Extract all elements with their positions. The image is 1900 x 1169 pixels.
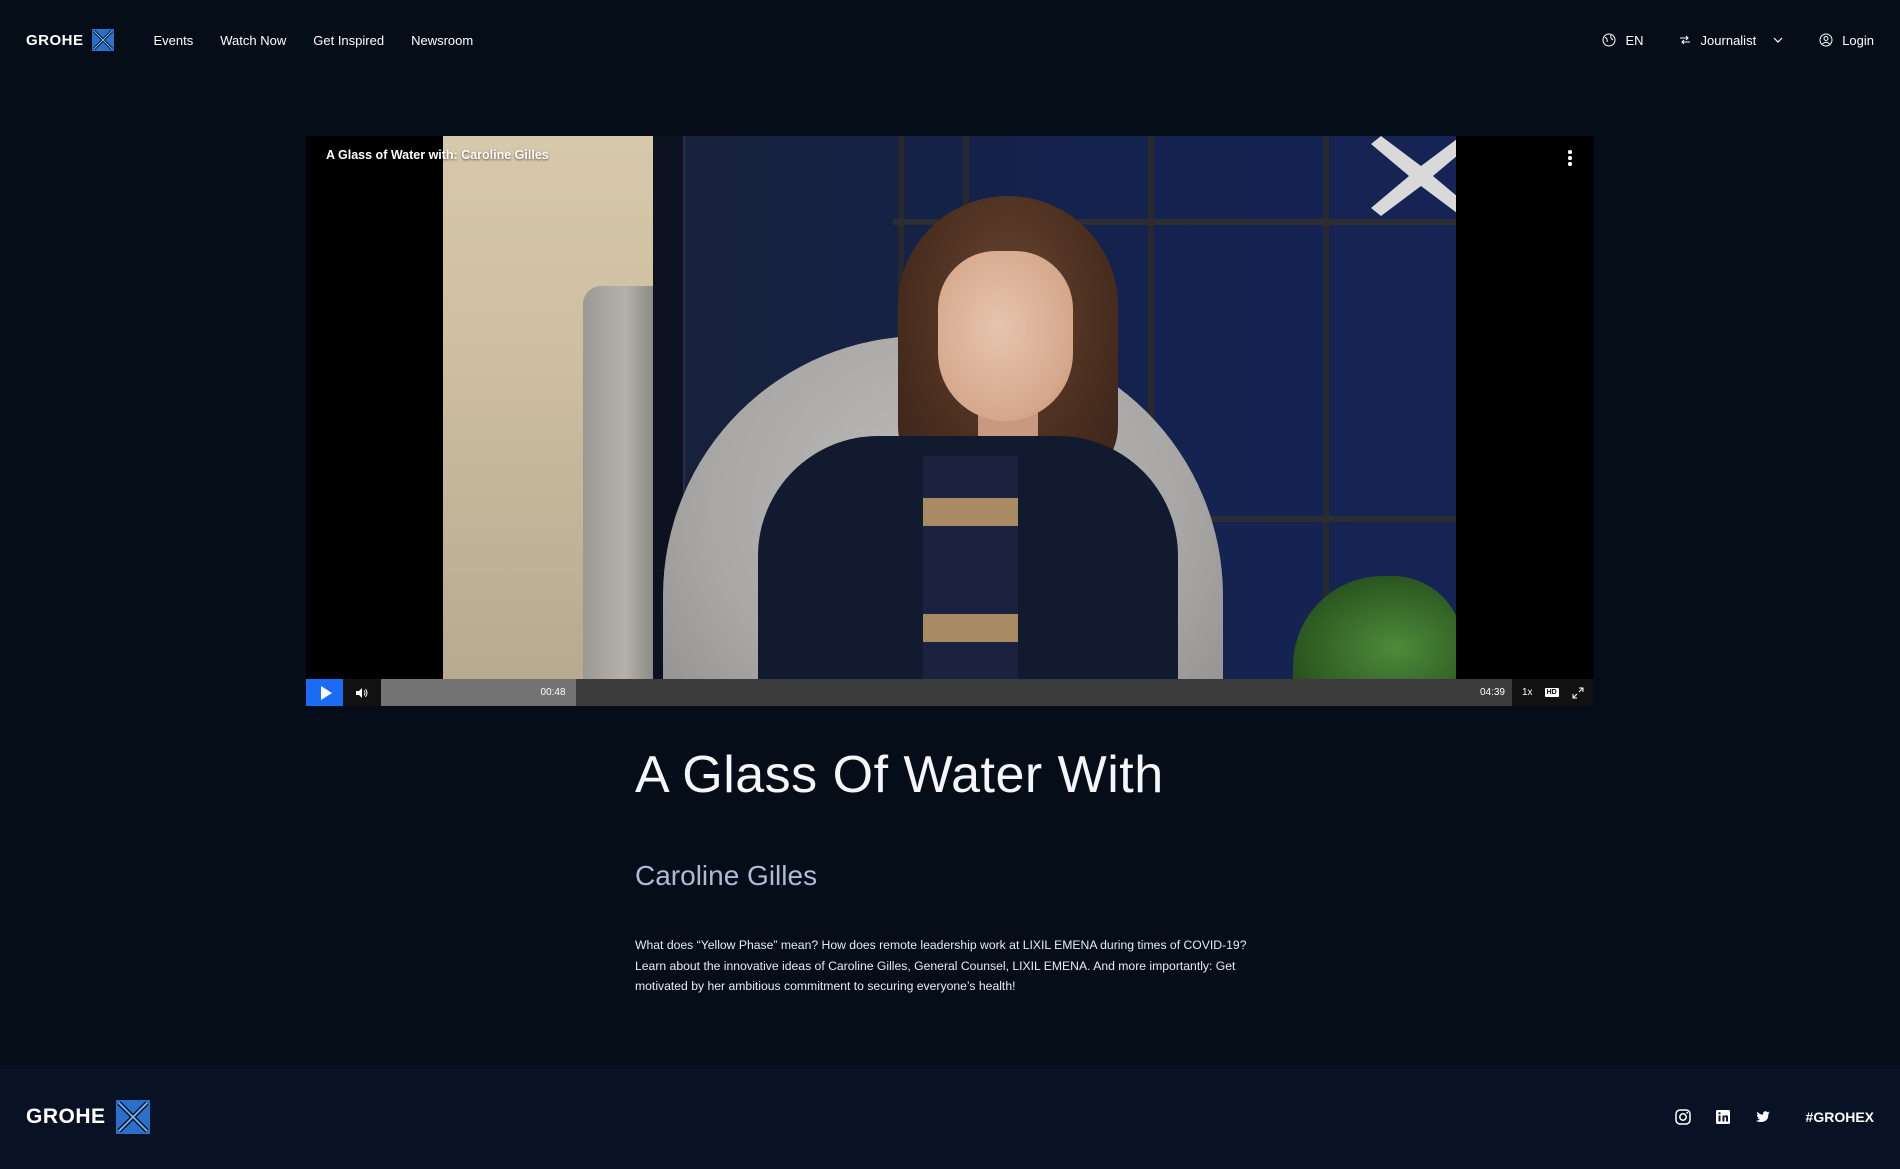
page-title: A Glass Of Water With — [635, 746, 1164, 804]
social-links: #GROHEX — [1674, 1108, 1874, 1126]
video-scene-face — [938, 251, 1073, 421]
linkedin-icon[interactable] — [1714, 1108, 1732, 1126]
language-selector[interactable]: EN — [1602, 32, 1644, 48]
fullscreen-icon[interactable] — [1571, 686, 1585, 700]
twitter-icon[interactable] — [1754, 1108, 1772, 1126]
user-icon — [1819, 33, 1833, 47]
video-description: What does “Yellow Phase” mean? How does … — [635, 938, 1247, 993]
progress-bar[interactable]: 00:48 04:39 — [381, 679, 1512, 706]
nav-events[interactable]: Events — [154, 33, 194, 48]
language-label: EN — [1625, 32, 1644, 48]
footer-grohe-logo[interactable]: GROHE — [26, 1100, 150, 1134]
volume-button[interactable] — [343, 679, 381, 706]
nav-newsroom[interactable]: Newsroom — [411, 33, 473, 48]
player-right-controls: 1x HD — [1522, 686, 1585, 700]
hd-quality-button[interactable]: HD — [1544, 688, 1559, 697]
grohe-x-logo-icon — [115, 1100, 150, 1134]
site-footer: GROHE #GROHEX — [0, 1065, 1900, 1169]
footer-logo-text: GROHE — [26, 1105, 106, 1128]
duration-time: 04:39 — [1479, 687, 1505, 698]
page-subtitle: Caroline Gilles — [635, 860, 818, 891]
video-title: A Glass of Water with: Caroline Gilles — [326, 148, 549, 162]
chevron-down-icon — [1773, 37, 1783, 43]
grohe-logo[interactable]: GROHE — [26, 29, 114, 51]
playback-speed-button[interactable]: 1x — [1522, 687, 1533, 698]
instagram-icon[interactable] — [1674, 1108, 1692, 1126]
header-actions: EN Journalist Login — [1602, 33, 1874, 48]
role-label: Journalist — [1700, 32, 1757, 48]
nav-watch-now[interactable]: Watch Now — [220, 33, 286, 48]
video-scene-plant — [1293, 576, 1456, 679]
switch-role-icon — [1679, 35, 1690, 45]
nav-get-inspired[interactable]: Get Inspired — [313, 33, 384, 48]
video-scene-shirt — [923, 456, 1018, 679]
more-options-icon[interactable] — [1568, 150, 1572, 166]
volume-icon — [356, 687, 368, 698]
video-scene-stripe — [923, 498, 1018, 526]
login-button[interactable]: Login — [1819, 33, 1874, 48]
video-player[interactable]: A Glass of Water with: Caroline Gilles 0… — [306, 136, 1594, 706]
hashtag-link[interactable]: #GROHEX — [1806, 1109, 1874, 1125]
main-nav: Events Watch Now Get Inspired Newsroom — [154, 33, 474, 48]
play-button[interactable] — [306, 679, 343, 706]
login-label: Login — [1842, 32, 1874, 48]
role-selector[interactable]: Journalist — [1678, 33, 1786, 48]
logo-text: GROHE — [26, 31, 84, 49]
player-controls: 00:48 04:39 1x HD — [306, 679, 1594, 706]
video-scene-sofa — [583, 286, 653, 679]
video-frame[interactable] — [443, 136, 1456, 679]
grohe-x-watermark-icon — [1371, 136, 1456, 216]
grohe-x-logo-icon — [91, 29, 114, 51]
site-header: GROHE Events Watch Now Get Inspired News… — [0, 0, 1900, 80]
play-icon — [320, 685, 332, 700]
current-time: 00:48 — [540, 687, 566, 698]
video-scene-stripe — [923, 614, 1018, 642]
globe-icon — [1602, 33, 1616, 47]
